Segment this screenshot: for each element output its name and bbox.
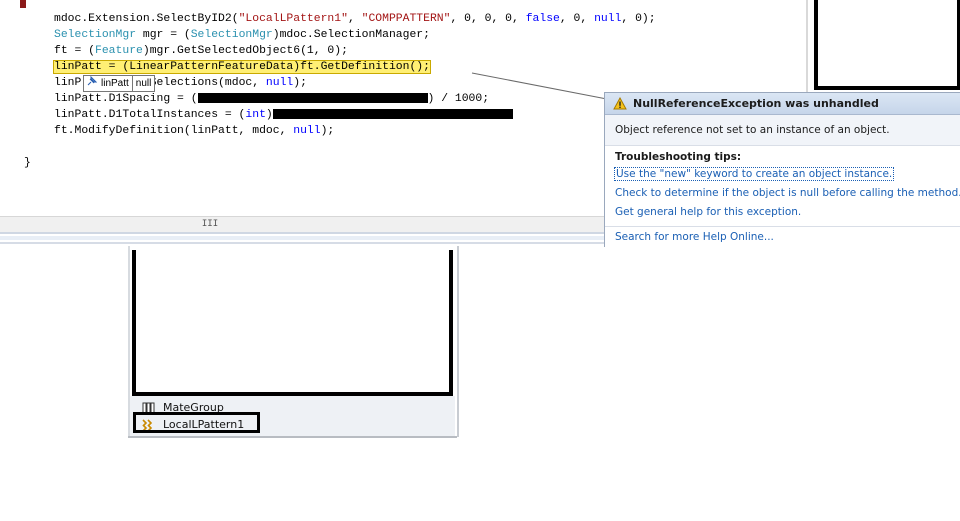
- redaction-bar: [272, 108, 513, 119]
- code-token: mdoc.Extension.SelectByID2(: [54, 13, 239, 25]
- code-token: ,: [347, 13, 362, 25]
- tip-link-check-null[interactable]: Check to determine if the object is null…: [605, 184, 960, 203]
- code-token: null: [594, 13, 622, 25]
- datatip[interactable]: linPatt null: [83, 75, 156, 92]
- code-line[interactable]: linPatt = (LinearPatternFeatureData)ft.G…: [53, 59, 431, 75]
- code-token: null: [293, 125, 321, 137]
- pane-splitter[interactable]: [0, 236, 608, 240]
- code-token: "COMPPATTERN": [361, 13, 451, 25]
- code-token: mgr = (: [136, 29, 191, 41]
- pin-icon[interactable]: [84, 75, 98, 91]
- code-token: , 0);: [621, 13, 656, 25]
- code-token: false: [525, 13, 560, 25]
- code-token: Selections(mdoc,: [149, 77, 266, 89]
- code-token: SelectionMgr: [54, 29, 137, 41]
- code-token: Feature: [95, 45, 143, 57]
- warning-icon: [613, 97, 627, 110]
- exception-header[interactable]: NullReferenceException was unhandled: [605, 93, 960, 115]
- code-token: }: [24, 157, 31, 169]
- code-line[interactable]: ft.ModifyDefinition(linPatt, mdoc, null)…: [54, 123, 334, 139]
- code-token: linP: [54, 77, 82, 89]
- code-token: linPatt.D1TotalInstances = (: [54, 109, 246, 121]
- code-token: linPatt.D1Spacing = (: [54, 93, 198, 105]
- code-line[interactable]: ft = (Feature)mgr.GetSelectedObject6(1, …: [54, 43, 348, 59]
- code-token: linPatt = (LinearPatternFeatureData)ft.G…: [53, 60, 431, 74]
- exception-assistant: NullReferenceException was unhandled Obj…: [604, 92, 960, 247]
- exception-title: NullReferenceException was unhandled: [633, 97, 879, 110]
- selection-highlight: [133, 412, 260, 433]
- code-token: SelectionMgr: [190, 29, 273, 41]
- code-token: , 0,: [559, 13, 595, 25]
- redacted-preview-box: [814, 0, 960, 90]
- code-token: );: [293, 77, 307, 89]
- tip-link-new-keyword[interactable]: Use the "new" keyword to create an objec…: [605, 165, 960, 184]
- datatip-name: linPatt: [98, 76, 133, 91]
- code-line[interactable]: linPatt.D1Spacing = ( ) / 1000;: [54, 91, 489, 107]
- code-token: ft = (: [54, 45, 96, 57]
- troubleshooting-title: Troubleshooting tips:: [615, 151, 742, 163]
- pane-divider-lower: [0, 242, 608, 244]
- pane-divider: [0, 232, 608, 234]
- datatip-value[interactable]: null: [133, 76, 155, 91]
- code-token: )mdoc.SelectionManager;: [272, 29, 430, 41]
- redacted-tree-preview: [132, 250, 453, 396]
- code-line[interactable]: linPatt.D1TotalInstances = (int): [54, 107, 513, 123]
- code-token: ft.ModifyDefinition(linPatt, mdoc,: [54, 125, 294, 137]
- tip-link-label: Use the "new" keyword to create an objec…: [613, 167, 895, 181]
- breakpoint-marker: [20, 0, 26, 8]
- search-help-online-link[interactable]: Search for more Help Online...: [605, 226, 960, 247]
- code-line[interactable]: }: [24, 155, 31, 171]
- code-token: null: [265, 77, 294, 89]
- tree-panel-bottom-edge: [128, 436, 457, 438]
- code-token: "LocalLPattern1": [238, 13, 348, 25]
- code-token: , 0, 0, 0,: [450, 13, 526, 25]
- code-token: int: [245, 109, 266, 121]
- code-line[interactable]: mdoc.Extension.SelectByID2("LocalLPatter…: [54, 11, 656, 27]
- code-token: );: [320, 125, 335, 137]
- code-token: ) / 1000;: [427, 93, 490, 105]
- scroll-grip[interactable]: III: [180, 219, 240, 230]
- exception-message: Object reference not set to an instance …: [605, 115, 960, 146]
- redaction-bar: [197, 92, 428, 103]
- code-line[interactable]: SelectionMgr mgr = (SelectionMgr)mdoc.Se…: [54, 27, 430, 43]
- code-token: ): [265, 109, 273, 121]
- tip-link-general-help[interactable]: Get general help for this exception.: [605, 203, 960, 222]
- code-token: )mgr.GetSelectedObject6(1, 0);: [142, 45, 348, 57]
